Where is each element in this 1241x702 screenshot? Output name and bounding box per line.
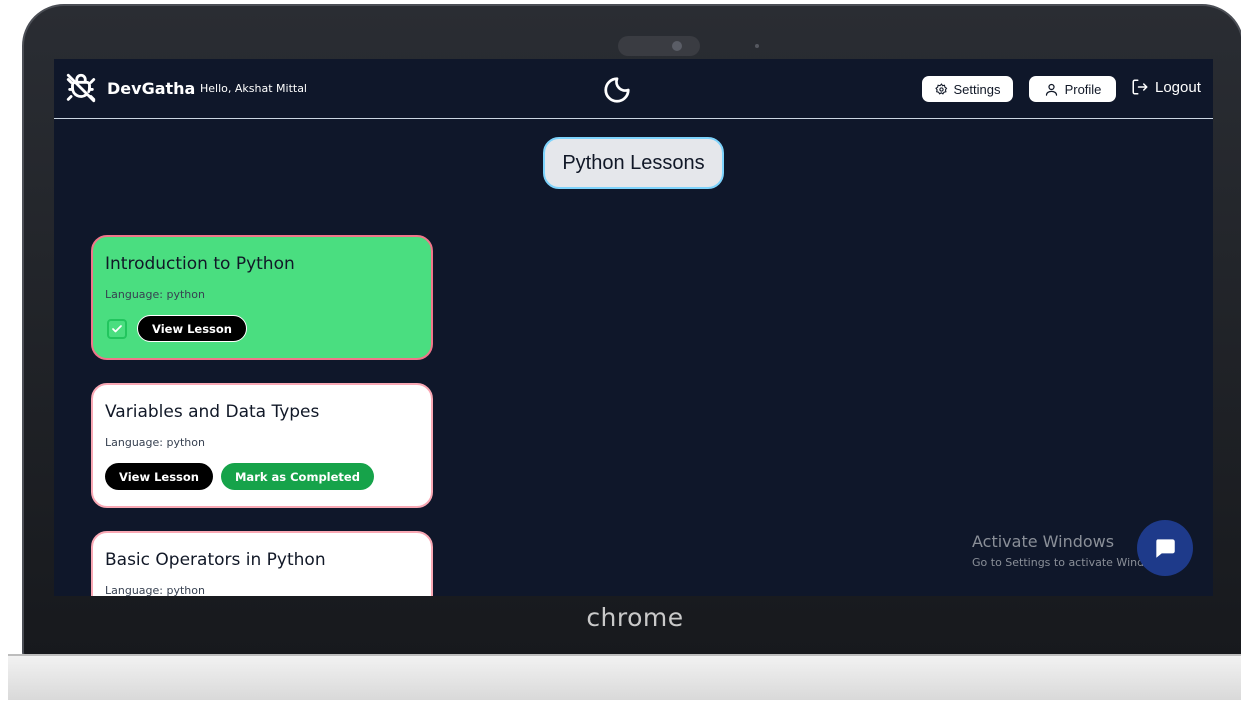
lesson-card: Basic Operators in Python Language: pyth… bbox=[91, 531, 433, 596]
activation-watermark-title: Activate Windows bbox=[972, 532, 1115, 551]
webcam-indicator bbox=[755, 44, 759, 48]
settings-button[interactable]: Settings bbox=[922, 76, 1013, 102]
lesson-title: Variables and Data Types bbox=[105, 402, 320, 422]
app-logo-text[interactable]: DevGatha bbox=[107, 79, 195, 98]
moon-icon[interactable] bbox=[602, 75, 632, 105]
lesson-actions: View Lesson Mark as Completed bbox=[105, 463, 419, 490]
app-screen: DevGatha Hello, Akshat Mittal Settings P… bbox=[54, 59, 1213, 596]
user-icon bbox=[1045, 83, 1057, 96]
webcam bbox=[618, 36, 700, 56]
settings-label: Settings bbox=[953, 81, 1001, 97]
logout-icon bbox=[1132, 79, 1148, 95]
lesson-title: Basic Operators in Python bbox=[105, 550, 326, 570]
view-lesson-button[interactable]: View Lesson bbox=[137, 315, 247, 342]
lesson-language: Language: python bbox=[105, 436, 205, 449]
mark-completed-button[interactable]: Mark as Completed bbox=[220, 463, 374, 490]
lesson-card: Variables and Data Types Language: pytho… bbox=[91, 383, 433, 508]
laptop-base bbox=[8, 654, 1241, 700]
checkmark-icon bbox=[112, 324, 122, 332]
lesson-actions: View Lesson bbox=[105, 315, 419, 342]
device-brand-label: chrome bbox=[586, 603, 684, 632]
lesson-card: Introduction to Python Language: python … bbox=[91, 235, 433, 360]
page-title: Python Lessons bbox=[543, 137, 724, 189]
gear-icon bbox=[934, 82, 947, 95]
lesson-title: Introduction to Python bbox=[105, 254, 295, 274]
navbar: DevGatha Hello, Akshat Mittal Settings P… bbox=[54, 59, 1213, 119]
bug-off-icon[interactable] bbox=[64, 71, 98, 105]
lesson-language: Language: python bbox=[105, 584, 205, 596]
profile-button[interactable]: Profile bbox=[1029, 76, 1116, 102]
logout-button[interactable]: Logout bbox=[1131, 78, 1201, 96]
view-lesson-button[interactable]: View Lesson bbox=[105, 463, 213, 490]
logout-label: Logout bbox=[1155, 78, 1201, 96]
profile-label: Profile bbox=[1064, 81, 1102, 97]
chat-bubble-icon bbox=[1156, 539, 1175, 558]
user-greeting: Hello, Akshat Mittal bbox=[200, 82, 307, 95]
chat-button[interactable] bbox=[1137, 520, 1193, 576]
completed-checkbox[interactable] bbox=[107, 318, 127, 339]
lesson-language: Language: python bbox=[105, 288, 205, 301]
